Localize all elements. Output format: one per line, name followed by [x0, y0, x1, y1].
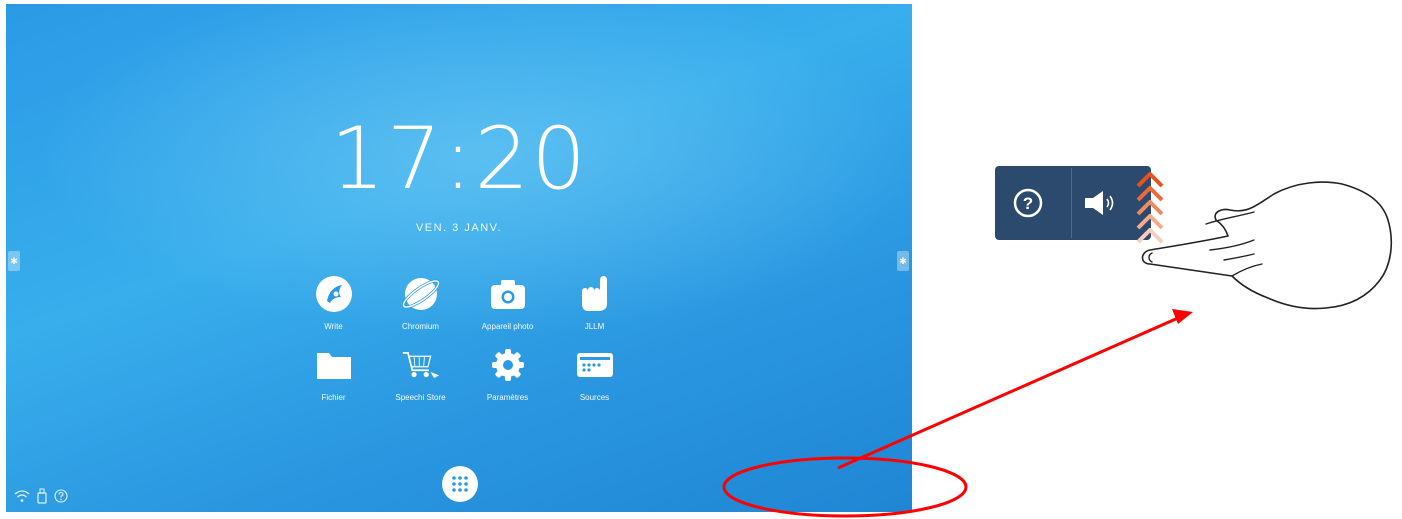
app-chromium[interactable]: Chromium: [377, 274, 464, 331]
app-sources[interactable]: Sources: [551, 345, 638, 402]
hand-logo-icon: [575, 274, 615, 314]
sources-icon: [575, 345, 615, 385]
clock-time: 17:20: [330, 109, 588, 209]
usb-icon[interactable]: [36, 488, 48, 504]
app-parametres[interactable]: Paramètres: [464, 345, 551, 402]
app-label: JLLM: [584, 322, 605, 331]
app-grid: Write Chromium Appareil photo JLLM Fichi…: [290, 274, 638, 402]
left-side-menu-tab[interactable]: ✱: [8, 251, 20, 271]
app-label: Speechi Store: [395, 393, 446, 402]
write-icon: [314, 274, 354, 314]
app-label: Write: [324, 322, 343, 331]
pointing-hand-icon: [1141, 181, 1393, 310]
help-glyph: ?: [1023, 194, 1033, 213]
settings-gear-icon: [488, 345, 528, 385]
app-fichier[interactable]: Fichier: [290, 345, 377, 402]
app-label: Fichier: [321, 393, 346, 402]
wifi-icon[interactable]: [14, 489, 30, 503]
app-drawer-button[interactable]: [442, 466, 478, 502]
app-label: Sources: [579, 393, 610, 402]
app-label: Chromium: [402, 322, 439, 331]
folder-icon: [314, 345, 354, 385]
grid-dots-icon: [452, 476, 468, 492]
app-label: Paramètres: [486, 393, 529, 402]
app-label: Appareil photo: [481, 322, 534, 331]
status-bar: [14, 488, 68, 504]
app-speechi-store[interactable]: Speechi Store: [377, 345, 464, 402]
right-side-menu-tab[interactable]: ✱: [897, 251, 909, 271]
store-cart-icon: [401, 345, 441, 385]
side-menu-glyph: ✱: [899, 256, 907, 266]
camera-icon: [488, 274, 528, 314]
volume-icon[interactable]: [1083, 188, 1123, 218]
app-write[interactable]: Write: [290, 274, 377, 331]
clock-date: VEN. 3 JANV.: [415, 222, 503, 234]
side-menu-glyph: ✱: [10, 256, 18, 266]
home-screen: 17:20 VEN. 3 JANV. ✱ ✱ Write Chromium Ap…: [6, 4, 912, 512]
chromium-icon: [401, 274, 441, 314]
app-jllm[interactable]: JLLM: [551, 274, 638, 331]
zoomed-control-panel: ?: [995, 166, 1151, 240]
panel-divider: [1071, 168, 1072, 238]
help-circle-icon[interactable]: ?: [1013, 188, 1043, 218]
app-camera[interactable]: Appareil photo: [464, 274, 551, 331]
help-icon[interactable]: [54, 489, 68, 503]
